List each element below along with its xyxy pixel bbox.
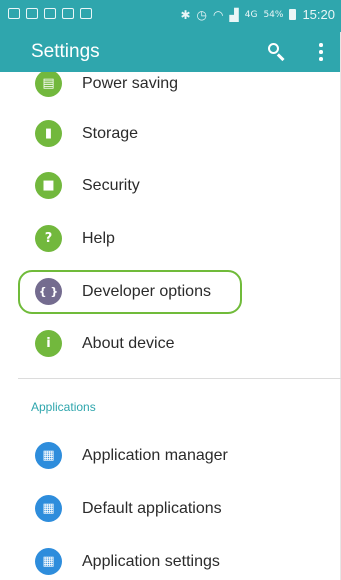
list-item-label: Security xyxy=(82,177,140,194)
section-header-applications: Applications xyxy=(31,400,96,414)
list-item-storage[interactable]: ▮ Storage xyxy=(0,108,341,160)
grid-gear-icon: ▦ xyxy=(35,548,62,575)
notification-icon xyxy=(44,8,56,19)
battery-icon: ▤ xyxy=(35,72,62,97)
list-item-label: Developer options xyxy=(82,283,211,300)
list-item-application-settings[interactable]: ▦ Application settings xyxy=(0,533,341,580)
info-icon: i xyxy=(35,330,62,357)
list-item-about-device[interactable]: i About device xyxy=(0,317,341,369)
notification-icon xyxy=(8,8,20,19)
system-icons: ✱ ◷ ◠ ▟ 4G 54% 15:20 xyxy=(180,7,335,22)
list-item-label: Default applications xyxy=(82,500,222,517)
notification-icon xyxy=(62,8,74,19)
braces-icon: { } xyxy=(35,278,62,305)
battery-icon xyxy=(289,9,297,20)
notification-icon xyxy=(26,8,38,19)
bluetooth-icon: ✱ xyxy=(180,7,191,22)
battery-percent: 54% xyxy=(263,9,284,20)
list-item-label: Help xyxy=(82,230,115,247)
list-item-power-saving[interactable]: ▤ Power saving xyxy=(0,72,341,110)
signal-icon: ▟ xyxy=(229,7,239,22)
list-item-help[interactable]: ? Help xyxy=(0,212,341,264)
list-item-label: Power saving xyxy=(82,75,179,92)
more-vert-icon[interactable] xyxy=(314,41,328,63)
list-item-label: Application manager xyxy=(82,447,228,464)
search-icon[interactable] xyxy=(266,41,288,63)
lock-icon: ■ xyxy=(35,172,62,199)
list-item-developer-options[interactable]: { } Developer options xyxy=(0,265,341,317)
clock: 15:20 xyxy=(302,7,335,22)
list-item-default-applications[interactable]: ▦ Default applications xyxy=(0,481,341,533)
grid-icon: ▦ xyxy=(35,442,62,469)
settings-list: ▤ Power saving ▮ Storage ■ Security ? He… xyxy=(0,72,341,580)
list-item-label: Storage xyxy=(82,125,139,142)
list-item-label: Application settings xyxy=(82,553,220,570)
help-icon: ? xyxy=(35,225,62,252)
page-title: Settings xyxy=(31,41,100,62)
wifi-icon: ◠ xyxy=(213,7,224,22)
sd-card-icon: ▮ xyxy=(35,120,62,147)
alarm-icon: ◷ xyxy=(196,7,208,22)
network-type: 4G xyxy=(244,9,258,20)
divider xyxy=(18,378,341,379)
list-item-security[interactable]: ■ Security xyxy=(0,160,341,212)
list-item-label: About device xyxy=(82,335,175,352)
app-bar: Settings xyxy=(0,32,341,72)
status-bar: ✱ ◷ ◠ ▟ 4G 54% 15:20 xyxy=(0,0,341,32)
notification-icons xyxy=(8,8,92,19)
mail-icon xyxy=(80,8,92,19)
list-item-application-manager[interactable]: ▦ Application manager xyxy=(0,429,341,481)
grid-check-icon: ▦ xyxy=(35,495,62,522)
